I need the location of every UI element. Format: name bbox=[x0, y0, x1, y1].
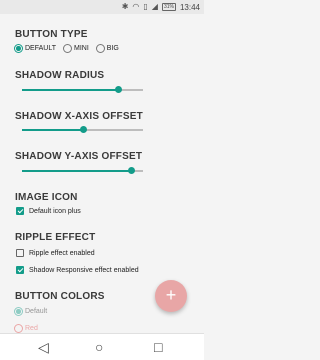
floating-action-button[interactable]: + bbox=[155, 280, 187, 312]
slider-fill bbox=[22, 170, 131, 172]
slider-thumb[interactable] bbox=[127, 167, 135, 174]
radio-mini-circle[interactable] bbox=[63, 44, 72, 53]
back-icon[interactable]: ◁ bbox=[38, 339, 49, 355]
radio-big[interactable]: BIG bbox=[95, 44, 119, 53]
slider-thumb[interactable] bbox=[114, 86, 122, 93]
signal-icon: ◢ bbox=[151, 2, 158, 11]
checkbox-ripple-enabled[interactable]: Ripple effect enabled bbox=[16, 249, 95, 257]
battery-icon: 31% bbox=[161, 3, 176, 11]
status-time: 13:44 bbox=[179, 2, 200, 12]
slider-fill bbox=[22, 129, 83, 131]
navigation-bar: ◁ ○ □ bbox=[0, 333, 204, 360]
shadow-y-slider[interactable] bbox=[22, 166, 143, 176]
radio-color-default-circle[interactable] bbox=[14, 307, 23, 316]
shadow-x-title: SHADOW X-AXIS OFFSET bbox=[15, 111, 143, 122]
home-icon[interactable]: ○ bbox=[95, 339, 103, 355]
checkbox-default-icon-plus[interactable]: Default icon plus bbox=[16, 207, 81, 215]
radio-color-red-label: Red bbox=[25, 325, 38, 332]
radio-color-red-circle[interactable] bbox=[14, 324, 23, 333]
checkbox-label: Shadow Responsive effect enabled bbox=[29, 266, 139, 274]
status-bar: ✱ ◠ ▯ ◢ 31% 13:44 bbox=[0, 0, 204, 14]
checkbox-label: Default icon plus bbox=[29, 207, 81, 215]
radio-big-label: BIG bbox=[106, 45, 119, 52]
shadow-y-title: SHADOW Y-AXIS OFFSET bbox=[15, 151, 143, 162]
radio-default-label: DEFAULT bbox=[25, 45, 56, 52]
radio-color-default[interactable]: Default bbox=[14, 307, 47, 316]
checkbox-label: Ripple effect enabled bbox=[29, 249, 95, 257]
recents-icon[interactable]: □ bbox=[154, 339, 162, 355]
radio-big-circle[interactable] bbox=[95, 44, 105, 53]
checkbox-shadow-responsive[interactable]: Shadow Responsive effect enabled bbox=[16, 266, 139, 274]
wifi-icon: ◠ bbox=[132, 2, 140, 11]
checkbox-box[interactable] bbox=[16, 249, 24, 257]
radio-mini-label: MINI bbox=[74, 45, 89, 52]
checkbox-box[interactable] bbox=[16, 207, 24, 215]
radio-default[interactable]: DEFAULT bbox=[14, 44, 56, 53]
shadow-x-slider[interactable] bbox=[22, 125, 143, 135]
slider-fill bbox=[22, 89, 118, 91]
plus-icon: + bbox=[165, 285, 177, 305]
button-type-title: BUTTON TYPE bbox=[15, 29, 88, 40]
button-colors-title: BUTTON COLORS bbox=[15, 291, 105, 302]
radio-color-default-label: Default bbox=[25, 308, 48, 315]
ripple-effect-title: RIPPLE EFFECT bbox=[15, 232, 96, 243]
button-type-options: DEFAULT MINI BIG bbox=[14, 44, 126, 53]
radio-mini[interactable]: MINI bbox=[63, 44, 89, 53]
shadow-radius-slider[interactable] bbox=[22, 85, 143, 95]
bluetooth-icon: ✱ bbox=[121, 2, 129, 11]
radio-color-red[interactable]: Red bbox=[14, 324, 38, 333]
image-icon-title: IMAGE ICON bbox=[15, 192, 78, 203]
cellular-icon: ▯ bbox=[143, 2, 148, 11]
checkbox-box[interactable] bbox=[16, 266, 24, 274]
radio-default-circle[interactable] bbox=[14, 44, 23, 53]
slider-thumb[interactable] bbox=[79, 126, 87, 133]
shadow-radius-title: SHADOW RADIUS bbox=[15, 70, 105, 81]
